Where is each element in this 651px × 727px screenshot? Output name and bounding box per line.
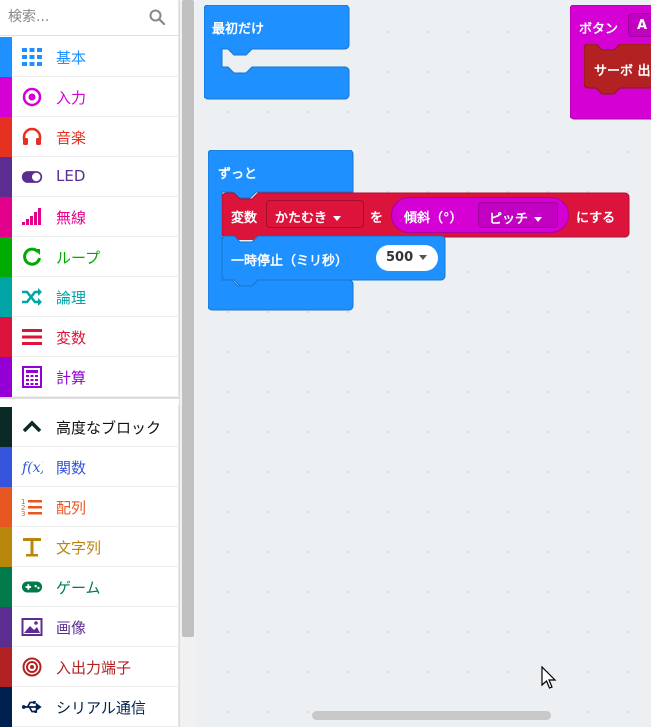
axis-dropdown[interactable]: ピッチ [478,202,558,228]
lines-icon [21,326,43,348]
grid-icon [21,46,43,68]
category-color-bar [0,527,12,567]
headphones-icon [21,126,43,148]
category-images[interactable]: 画像 [0,607,179,647]
category-color-bar [0,647,12,687]
axis-dropdown-value: ピッチ [489,208,543,227]
category-label: 関数 [56,459,87,477]
category-color-bar [0,37,12,77]
category-label: 音楽 [56,129,87,147]
variable-dropdown-value: かたむき [275,207,342,226]
usb-icon [21,696,43,718]
pause-value: 500 [386,250,428,265]
target-icon [21,656,43,678]
category-radio[interactable]: 無線 [0,197,179,237]
tilt-reporter-label: 傾斜（°） [404,211,463,226]
category-color-bar [0,567,12,607]
category-label: シリアル通信 [56,699,146,717]
category-loops[interactable]: ループ [0,237,179,277]
category-color-bar [0,197,12,237]
servo-label: サーボ 出 [594,64,651,79]
category-label: ゲーム [56,579,101,597]
workspace-horizontal-scrollbar[interactable] [312,711,551,720]
category-label: ループ [56,249,101,267]
search-box [0,0,179,36]
category-label: LED [56,167,86,185]
category-variables[interactable]: 変数 [0,317,179,357]
category-color-bar [0,407,12,447]
category-label: 無線 [56,209,87,227]
category-serial[interactable]: シリアル通信 [0,687,179,727]
category-logic[interactable]: 論理 [0,277,179,317]
function-icon: f(x) [21,456,43,478]
tilt-reporter-block[interactable]: 傾斜（°） ピッチ [391,197,569,233]
chevron-up-icon [21,416,43,438]
calculator-icon [21,366,43,388]
category-label: 計算 [56,369,87,387]
search-icon[interactable] [148,8,166,26]
category-basic[interactable]: 基本 [0,37,179,77]
radio-button-icon [21,86,43,108]
category-color-bar [0,237,12,277]
category-advanced[interactable]: 高度なブロック [0,407,179,447]
category-color-bar [0,317,12,357]
category-led[interactable]: LED [0,157,179,197]
category-math[interactable]: 計算 [0,357,179,397]
signal-bars-icon [21,206,43,228]
category-label: 高度なブロック [56,419,162,437]
category-color-bar [0,357,12,397]
pause-label: 一時停止（ミリ秒） [231,254,349,269]
set-variable-label: 変数 [231,211,258,226]
category-color-bar [0,607,12,647]
category-label: 変数 [56,329,87,347]
category-music[interactable]: 音楽 [0,117,179,157]
shuffle-icon [21,286,43,308]
category-color-bar [0,687,12,727]
text-icon [21,536,43,558]
search-input[interactable] [8,6,138,28]
category-text[interactable]: 文字列 [0,527,179,567]
workspace[interactable]: 最初だけ ボタン A サーボ 出 ずっと 変数 かたむき を 傾斜（°） ピッチ… [196,0,651,727]
category-arrays[interactable]: 123 配列 [0,487,179,527]
category-color-bar [0,77,12,117]
category-color-bar [0,117,12,157]
on-start-label: 最初だけ [212,22,265,37]
refresh-icon [21,246,43,268]
image-icon [21,616,43,638]
category-label: 配列 [56,499,87,517]
toolbox-divider [0,397,179,405]
button-dropdown[interactable]: A [628,13,651,37]
category-pins[interactable]: 入出力端子 [0,647,179,687]
gamepad-icon [21,576,43,598]
category-color-bar [0,157,12,197]
set-variable-suffix-label: にする [576,211,616,226]
button-dropdown-value: A [637,18,648,33]
category-label: 入出力端子 [56,659,132,677]
category-color-bar [0,487,12,527]
toolbox: 基本 入力 音楽 LED 無線 ループ [0,0,179,727]
pause-value-input[interactable]: 500 [376,245,438,271]
toolbox-scrollbar-thumb[interactable] [182,0,194,637]
category-label: 基本 [56,49,87,67]
variable-dropdown[interactable]: かたむき [266,200,364,228]
toolbox-scrollbar[interactable] [179,0,196,727]
list-icon: 123 [21,496,43,518]
category-label: 画像 [56,619,87,637]
mouse-cursor-icon [541,666,557,689]
forever-label: ずっと [218,167,258,182]
category-game[interactable]: ゲーム [0,567,179,607]
toggle-icon [21,166,43,188]
category-functions[interactable]: f(x) 関数 [0,447,179,487]
button-event-label: ボタン [579,22,619,37]
category-color-bar [0,277,12,317]
category-label: 入力 [56,89,87,107]
set-variable-to-label: を [370,211,384,226]
category-label: 論理 [56,289,87,307]
svg-text:3: 3 [21,510,25,518]
svg-text:f(x): f(x) [21,460,43,476]
category-color-bar [0,447,12,487]
category-label: 文字列 [56,539,102,557]
category-input[interactable]: 入力 [0,77,179,117]
